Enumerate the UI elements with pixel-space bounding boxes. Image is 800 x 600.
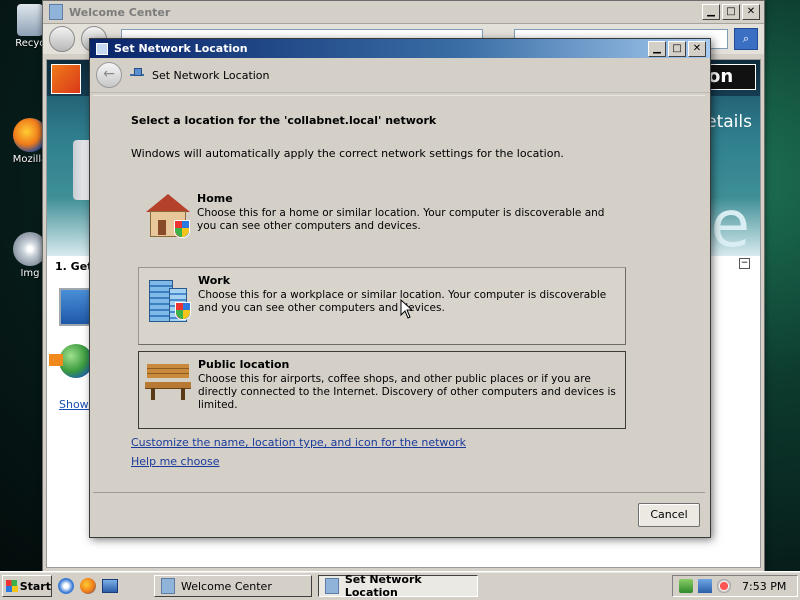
volume-muted-icon[interactable] [717, 579, 731, 593]
search-icon[interactable]: ⌕ [734, 28, 758, 50]
collapse-icon[interactable]: − [739, 258, 750, 269]
location-option-home[interactable]: Home Choose this for a home or similar l… [138, 186, 626, 264]
windows-logo-icon [6, 580, 18, 592]
window-icon [161, 578, 175, 594]
set-network-location-dialog: Set Network Location ▁ □ ✕ ← Set Network… [89, 38, 711, 538]
back-arrow-icon[interactable]: ← [96, 62, 122, 88]
section-title: 1. Get [55, 260, 93, 273]
clock[interactable]: 7:53 PM [742, 580, 786, 593]
back-nav-button[interactable] [49, 26, 75, 52]
taskbar-item-set-network-location[interactable]: Set Network Location [318, 573, 478, 599]
globe-transfer-icon[interactable] [49, 344, 93, 378]
close-button[interactable]: ✕ [742, 4, 760, 20]
security-center-icon[interactable] [679, 579, 693, 593]
mouse-cursor-icon [400, 299, 412, 319]
dialog-header-title: Set Network Location [152, 68, 270, 82]
minimize-button[interactable]: ▁ [702, 4, 720, 20]
dialog-titlebar[interactable]: Set Network Location ▁ □ ✕ [90, 39, 710, 58]
bench-icon [145, 360, 191, 404]
taskbar-item-welcome-center[interactable]: Welcome Center [154, 575, 312, 597]
recycle-bin-icon [17, 4, 43, 36]
maximize-button[interactable]: □ [722, 4, 740, 20]
start-button[interactable]: Start [2, 575, 52, 597]
dialog-title: Set Network Location [114, 42, 248, 55]
network-icon [130, 68, 144, 82]
house-icon [144, 194, 190, 238]
dialog-heading: Select a location for the 'collabnet.loc… [131, 114, 437, 127]
start-label: Start [19, 579, 51, 593]
network-title-icon [96, 42, 108, 55]
banner-details-link[interactable]: etails [706, 112, 752, 132]
option-description: Choose this for airports, coffee shops, … [198, 373, 616, 411]
banner-letter: e [710, 188, 750, 262]
close-button[interactable]: ✕ [688, 40, 706, 57]
network-icon [325, 578, 339, 594]
desktop-icon-label: Recyc [15, 38, 45, 49]
option-title: Work [198, 274, 231, 287]
building-icon [145, 276, 191, 322]
network-status-icon[interactable] [698, 579, 712, 593]
window-title: Welcome Center [69, 5, 171, 19]
window-icon [49, 4, 63, 20]
location-option-public[interactable]: Public location Choose this for airports… [138, 351, 626, 429]
windows-flag-icon [51, 64, 81, 94]
desktop-icon-label: Img [20, 268, 40, 279]
dialog-header: ← Set Network Location [90, 58, 710, 93]
taskbar-item-label: Welcome Center [181, 579, 272, 593]
dialog-description: Windows will automatically apply the cor… [131, 147, 564, 160]
help-me-choose-link[interactable]: Help me choose [131, 455, 220, 468]
option-title: Public location [198, 358, 290, 371]
option-title: Home [197, 192, 233, 205]
internet-explorer-icon[interactable] [58, 578, 74, 594]
minimize-button[interactable]: ▁ [648, 40, 666, 57]
dialog-content: Select a location for the 'collabnet.loc… [93, 95, 705, 493]
option-description: Choose this for a home or similar locati… [197, 207, 605, 232]
customize-network-link[interactable]: Customize the name, location type, and i… [131, 436, 466, 449]
show-desktop-icon[interactable] [102, 579, 118, 593]
location-option-work[interactable]: Work Choose this for a workplace or simi… [138, 267, 626, 345]
system-tray: 7:53 PM [672, 575, 798, 597]
firefox-icon[interactable] [80, 578, 96, 594]
taskbar-item-label: Set Network Location [344, 573, 422, 599]
welcome-center-titlebar[interactable]: Welcome Center ▁ □ ✕ [43, 1, 764, 24]
cancel-button[interactable]: Cancel [638, 503, 700, 527]
taskbar: Start Welcome Center Set Network Locatio… [0, 571, 800, 600]
maximize-button[interactable]: □ [668, 40, 686, 57]
